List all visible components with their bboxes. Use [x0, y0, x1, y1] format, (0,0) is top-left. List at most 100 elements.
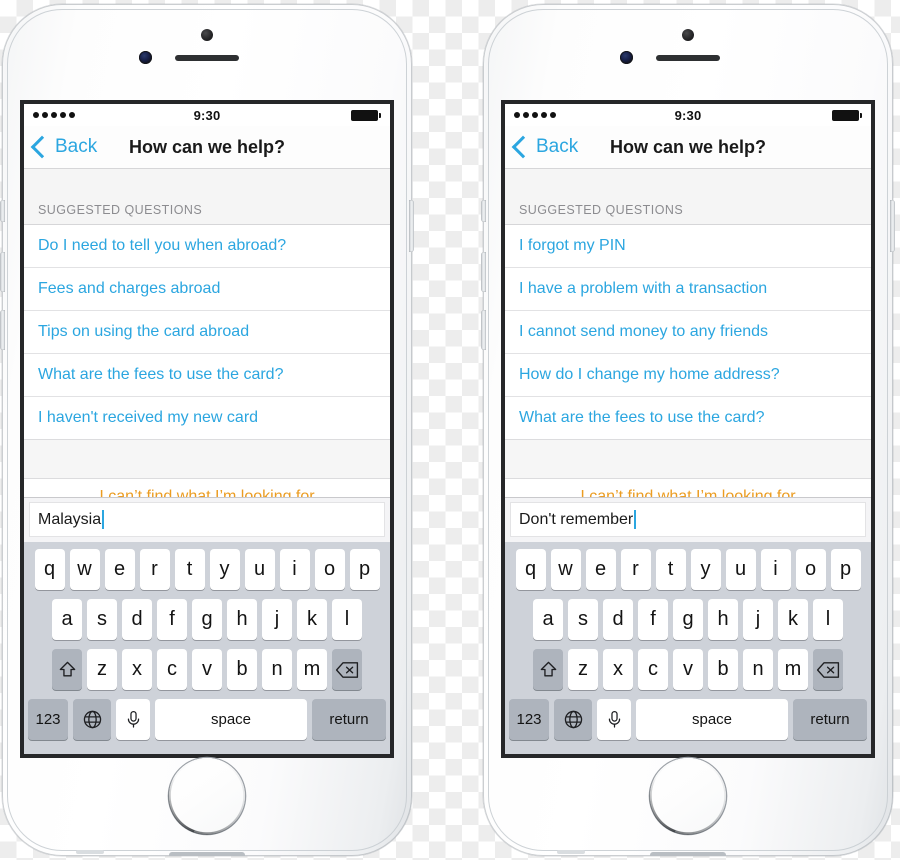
question-input[interactable]: Malaysia — [30, 503, 384, 536]
key-q[interactable]: q — [515, 549, 546, 590]
question-input[interactable]: Don't remember — [511, 503, 865, 536]
return-key[interactable]: return — [793, 699, 867, 740]
power-button[interactable] — [890, 200, 895, 252]
key-f[interactable]: f — [157, 599, 187, 640]
shift-icon[interactable] — [52, 649, 82, 690]
list-item[interactable]: I forgot my PIN — [505, 225, 871, 268]
key-r[interactable]: r — [620, 549, 651, 590]
key-o[interactable]: o — [795, 549, 826, 590]
key-n[interactable]: n — [262, 649, 292, 690]
key-p[interactable]: p — [830, 549, 861, 590]
key-c[interactable]: c — [638, 649, 668, 690]
key-x[interactable]: x — [122, 649, 152, 690]
list-item[interactable]: Do I need to tell you when abroad? — [24, 225, 390, 268]
key-b[interactable]: b — [227, 649, 257, 690]
key-s[interactable]: s — [568, 599, 598, 640]
section-header-suggested-questions: SUGGESTED QUESTIONS — [505, 169, 871, 225]
front-camera-icon — [201, 29, 213, 41]
key-p[interactable]: p — [349, 549, 380, 590]
delete-icon[interactable] — [332, 649, 362, 690]
key-a[interactable]: a — [533, 599, 563, 640]
space-key[interactable]: space — [155, 699, 307, 740]
list-item[interactable]: I haven't received my new card — [24, 397, 390, 439]
key-r[interactable]: r — [139, 549, 170, 590]
key-g[interactable]: g — [192, 599, 222, 640]
globe-icon[interactable] — [73, 699, 111, 740]
key-t[interactable]: t — [655, 549, 686, 590]
shift-icon[interactable] — [533, 649, 563, 690]
proximity-sensor-icon — [139, 51, 152, 64]
list-item[interactable]: I cannot send money to any friends — [505, 311, 871, 354]
key-g[interactable]: g — [673, 599, 703, 640]
key-i[interactable]: i — [279, 549, 310, 590]
key-t[interactable]: t — [174, 549, 205, 590]
key-q[interactable]: q — [34, 549, 65, 590]
volume-up-button[interactable] — [0, 310, 5, 350]
list-item[interactable]: Tips on using the card abroad — [24, 311, 390, 354]
key-u[interactable]: u — [244, 549, 275, 590]
microphone-icon[interactable] — [116, 699, 150, 740]
space-key[interactable]: space — [636, 699, 788, 740]
key-j[interactable]: j — [743, 599, 773, 640]
return-key[interactable]: return — [312, 699, 386, 740]
suggested-questions-list: I forgot my PIN I have a problem with a … — [505, 225, 871, 439]
volume-up-button[interactable] — [481, 310, 486, 350]
back-button-label: Back — [536, 136, 579, 157]
microphone-icon[interactable] — [597, 699, 631, 740]
text-caret — [102, 510, 105, 529]
back-button[interactable]: Back — [30, 135, 97, 159]
key-l[interactable]: l — [813, 599, 843, 640]
key-s[interactable]: s — [87, 599, 117, 640]
list-item[interactable]: I have a problem with a transaction — [505, 268, 871, 311]
key-e[interactable]: e — [104, 549, 135, 590]
key-o[interactable]: o — [314, 549, 345, 590]
volume-down-button[interactable] — [0, 252, 5, 292]
key-k[interactable]: k — [778, 599, 808, 640]
key-u[interactable]: u — [725, 549, 756, 590]
list-item[interactable]: How do I change my home address? — [505, 354, 871, 397]
key-e[interactable]: e — [585, 549, 616, 590]
list-item[interactable]: What are the fees to use the card? — [24, 354, 390, 397]
list-item[interactable]: Fees and charges abroad — [24, 268, 390, 311]
key-m[interactable]: m — [778, 649, 808, 690]
keyboard-row-2: a s d f g h j k l — [24, 599, 390, 640]
silent-switch[interactable] — [481, 200, 486, 222]
key-z[interactable]: z — [568, 649, 598, 690]
key-w[interactable]: w — [69, 549, 100, 590]
home-button[interactable] — [650, 758, 726, 834]
key-k[interactable]: k — [297, 599, 327, 640]
silent-switch[interactable] — [0, 200, 5, 222]
status-bar: 9:30 — [505, 104, 871, 126]
key-x[interactable]: x — [603, 649, 633, 690]
key-w[interactable]: w — [550, 549, 581, 590]
key-m[interactable]: m — [297, 649, 327, 690]
key-f[interactable]: f — [638, 599, 668, 640]
numeric-keyboard-button[interactable]: 123 — [28, 699, 68, 740]
globe-icon[interactable] — [554, 699, 592, 740]
key-z[interactable]: z — [87, 649, 117, 690]
key-j[interactable]: j — [262, 599, 292, 640]
bottom-speaker-grille — [76, 850, 104, 854]
onscreen-keyboard: q w e r t y u i o p a s d f g h j k l z … — [24, 542, 390, 754]
key-y[interactable]: y — [690, 549, 721, 590]
key-v[interactable]: v — [673, 649, 703, 690]
numeric-keyboard-button[interactable]: 123 — [509, 699, 549, 740]
key-h[interactable]: h — [708, 599, 738, 640]
key-v[interactable]: v — [192, 649, 222, 690]
key-n[interactable]: n — [743, 649, 773, 690]
power-button[interactable] — [409, 200, 414, 252]
key-d[interactable]: d — [122, 599, 152, 640]
key-i[interactable]: i — [760, 549, 791, 590]
key-b[interactable]: b — [708, 649, 738, 690]
delete-icon[interactable] — [813, 649, 843, 690]
key-a[interactable]: a — [52, 599, 82, 640]
key-h[interactable]: h — [227, 599, 257, 640]
key-y[interactable]: y — [209, 549, 240, 590]
key-c[interactable]: c — [157, 649, 187, 690]
back-button[interactable]: Back — [511, 135, 579, 159]
home-button[interactable] — [169, 758, 245, 834]
key-d[interactable]: d — [603, 599, 633, 640]
list-item[interactable]: What are the fees to use the card? — [505, 397, 871, 439]
volume-down-button[interactable] — [481, 252, 486, 292]
key-l[interactable]: l — [332, 599, 362, 640]
